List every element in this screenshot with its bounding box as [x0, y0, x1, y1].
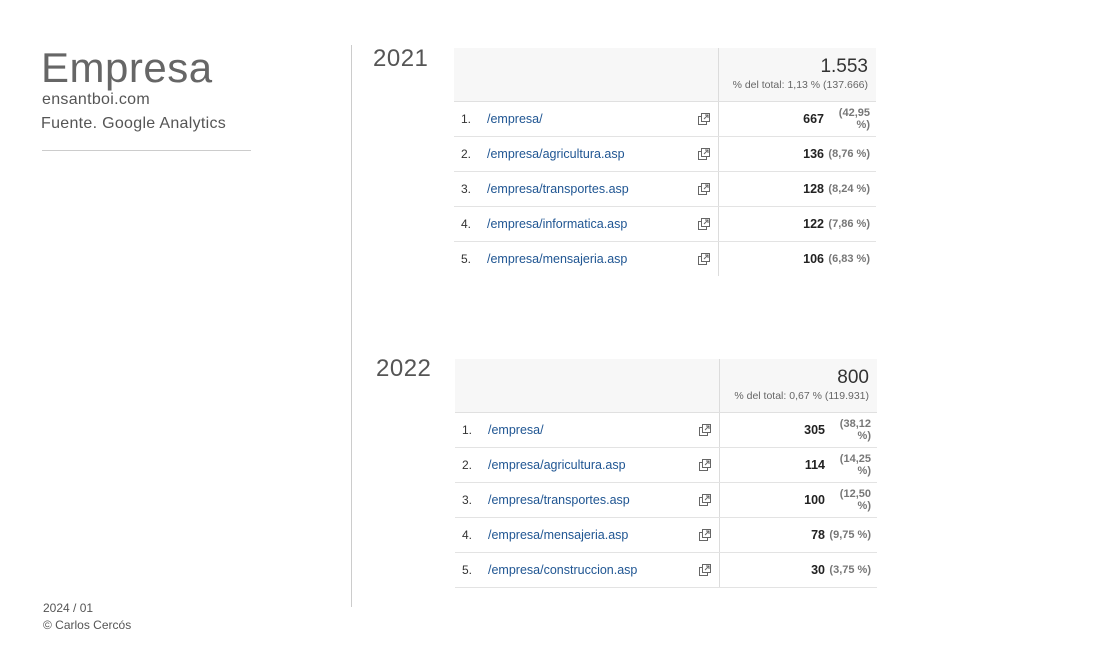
footer-author: © Carlos Cercós: [43, 618, 132, 632]
report-table-2022: 800 % del total: 0,67 % (119.931) 1. /em…: [455, 359, 877, 588]
vertical-divider: [351, 45, 352, 607]
pageviews-value: 100: [804, 493, 825, 507]
external-link-icon[interactable]: [693, 424, 717, 436]
title-block: Empresa ensantboi.com Fuente. Google Ana…: [41, 44, 253, 151]
external-link-icon[interactable]: [692, 218, 716, 230]
page-path-link[interactable]: /empresa/mensajeria.asp: [488, 528, 693, 542]
external-link-icon[interactable]: [692, 253, 716, 265]
report-header: 800 % del total: 0,67 % (119.931): [455, 359, 877, 413]
pageviews-value: 667: [803, 112, 824, 126]
total-percentage: % del total: 1,13 % (137.666): [732, 79, 868, 91]
row-number: 4.: [461, 217, 472, 231]
table-row: 1. /empresa/ 305 (38,12 %): [455, 413, 877, 448]
page-path-link[interactable]: /empresa/: [487, 112, 692, 126]
row-number: 2.: [462, 458, 473, 472]
pageviews-value: 114: [804, 458, 825, 472]
year-label-2022: 2022: [376, 355, 432, 382]
table-row: 5. /empresa/construccion.asp 30 (3,75 %): [455, 553, 877, 588]
row-number: 2.: [461, 147, 472, 161]
page-path-link[interactable]: /empresa/agricultura.asp: [487, 147, 692, 161]
row-number: 1.: [462, 423, 473, 437]
pageviews-percentage: (9,75 %): [829, 529, 871, 541]
row-number: 4.: [462, 528, 473, 542]
pageviews-value: 305: [804, 423, 825, 437]
pageviews-percentage: (14,25 %): [839, 453, 871, 477]
pageviews-value: 136: [803, 147, 824, 161]
pageviews-percentage: (38,12 %): [839, 418, 871, 442]
pageviews-percentage: (6,83 %): [828, 253, 870, 265]
external-link-icon[interactable]: [692, 183, 716, 195]
footer-date: 2024 / 01: [43, 601, 94, 615]
total-value: 800: [837, 367, 869, 388]
external-link-icon[interactable]: [693, 529, 717, 541]
page-title: Empresa: [41, 44, 213, 91]
page-path-link[interactable]: /empresa/: [488, 423, 693, 437]
pageviews-value: 78: [811, 528, 825, 542]
external-link-icon[interactable]: [692, 113, 716, 125]
table-row: 1. /empresa/ 667 (42,95 %): [454, 102, 876, 137]
table-row: 2. /empresa/agricultura.asp 136 (8,76 %): [454, 137, 876, 172]
pageviews-percentage: (42,95 %): [838, 107, 870, 131]
page-path-link[interactable]: /empresa/agricultura.asp: [488, 458, 693, 472]
report-header: 1.553 % del total: 1,13 % (137.666): [454, 48, 876, 102]
row-number: 5.: [462, 563, 473, 577]
external-link-icon[interactable]: [693, 564, 717, 576]
report-table-2021: 1.553 % del total: 1,13 % (137.666) 1. /…: [454, 48, 876, 276]
pageviews-value: 128: [803, 182, 824, 196]
row-number: 3.: [461, 182, 472, 196]
external-link-icon[interactable]: [692, 148, 716, 160]
footer: 2024 / 01 © Carlos Cercós: [43, 600, 131, 634]
pageviews-value: 122: [803, 217, 824, 231]
external-link-icon[interactable]: [693, 494, 717, 506]
pageviews-percentage: (8,24 %): [828, 183, 870, 195]
row-number: 3.: [462, 493, 473, 507]
pageviews-percentage: (8,76 %): [828, 148, 870, 160]
external-link-icon[interactable]: [693, 459, 717, 471]
page-path-link[interactable]: /empresa/construccion.asp: [488, 563, 693, 577]
table-row: 5. /empresa/mensajeria.asp 106 (6,83 %): [454, 242, 876, 276]
page-path-link[interactable]: /empresa/informatica.asp: [487, 217, 692, 231]
row-number: 1.: [461, 112, 472, 126]
site-name: ensantboi.com: [42, 91, 150, 108]
table-row: 3. /empresa/transportes.asp 128 (8,24 %): [454, 172, 876, 207]
divider: [42, 150, 251, 151]
pageviews-percentage: (12,50 %): [839, 488, 871, 512]
page-path-link[interactable]: /empresa/transportes.asp: [487, 182, 692, 196]
page-path-link[interactable]: /empresa/transportes.asp: [488, 493, 693, 507]
row-number: 5.: [461, 252, 472, 266]
pageviews-percentage: (7,86 %): [828, 218, 870, 230]
table-row: 4. /empresa/informatica.asp 122 (7,86 %): [454, 207, 876, 242]
pageviews-percentage: (3,75 %): [829, 564, 871, 576]
page-path-link[interactable]: /empresa/mensajeria.asp: [487, 252, 692, 266]
pageviews-value: 106: [803, 252, 824, 266]
pageviews-value: 30: [811, 563, 825, 577]
data-source: Fuente. Google Analytics: [41, 115, 227, 132]
year-label-2021: 2021: [373, 45, 429, 72]
table-row: 2. /empresa/agricultura.asp 114 (14,25 %): [455, 448, 877, 483]
table-row: 3. /empresa/transportes.asp 100 (12,50 %): [455, 483, 877, 518]
total-value: 1.553: [820, 56, 868, 77]
table-row: 4. /empresa/mensajeria.asp 78 (9,75 %): [455, 518, 877, 553]
total-percentage: % del total: 0,67 % (119.931): [734, 390, 869, 402]
